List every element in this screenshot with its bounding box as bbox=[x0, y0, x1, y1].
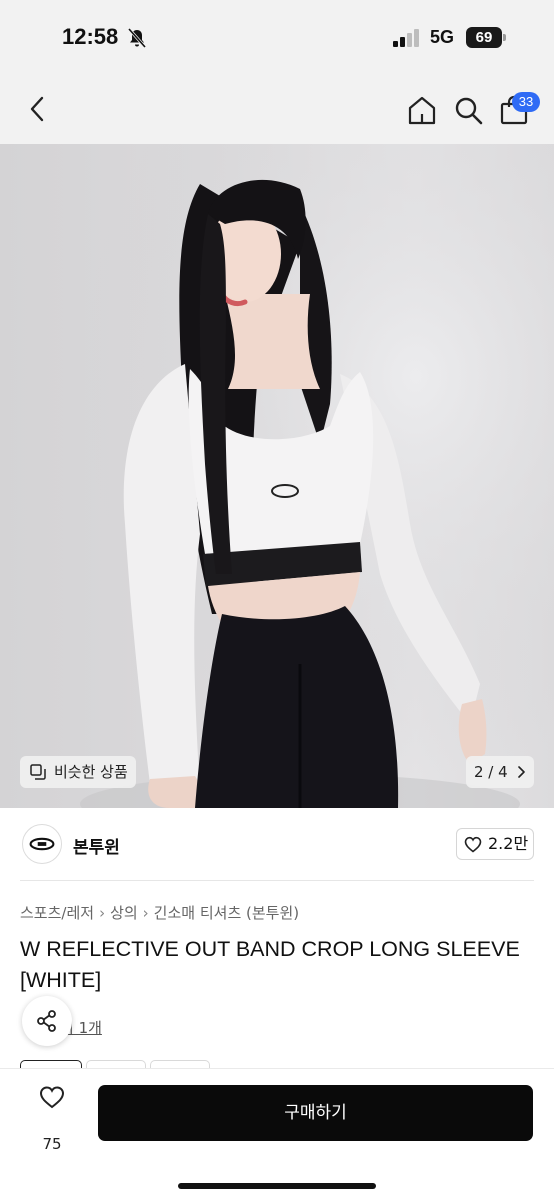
cart-count-badge: 33 bbox=[512, 92, 540, 112]
similar-items-icon bbox=[30, 764, 46, 780]
product-image-carousel[interactable]: 비슷한 상품 2 / 4 bbox=[0, 144, 554, 808]
signal-icon bbox=[393, 29, 419, 47]
battery-icon: 69 bbox=[466, 27, 506, 48]
bottom-action-bar: 75 구매하기 bbox=[0, 1068, 554, 1200]
similar-products-button[interactable]: 비슷한 상품 bbox=[20, 756, 136, 788]
share-icon bbox=[37, 1010, 56, 1032]
seller-row: 본투윈 2.2만 bbox=[0, 808, 554, 880]
page-indicator-text: 2 / 4 bbox=[474, 763, 508, 781]
product-title: W REFLECTIVE OUT BAND CROP LONG SLEEVE [… bbox=[20, 937, 520, 992]
bell-muted-icon bbox=[127, 28, 147, 48]
heart-icon bbox=[39, 1086, 65, 1109]
image-page-indicator[interactable]: 2 / 4 bbox=[466, 756, 534, 788]
breadcrumb: 스포츠/레저 › 상의 › 긴소매 티셔츠 (본투윈) bbox=[20, 902, 299, 923]
network-type: 5G bbox=[430, 27, 455, 47]
similar-products-label: 비슷한 상품 bbox=[54, 763, 128, 781]
top-navigation: 33 bbox=[0, 74, 554, 144]
status-bar: 12:58 5G 69 bbox=[0, 0, 554, 74]
breadcrumb-item[interactable]: 긴소매 티셔츠 (본투윈) bbox=[154, 904, 299, 922]
chevron-right-icon: › bbox=[142, 904, 149, 922]
share-button[interactable] bbox=[22, 996, 72, 1046]
brand-logo[interactable] bbox=[22, 824, 62, 864]
back-icon[interactable] bbox=[24, 94, 52, 124]
brand-like-count: 2.2만 bbox=[488, 834, 529, 853]
seller-name[interactable]: 본투윈 bbox=[73, 833, 120, 858]
search-icon[interactable] bbox=[452, 94, 484, 126]
battery-level: 69 bbox=[466, 27, 502, 48]
home-icon[interactable] bbox=[406, 94, 438, 126]
buy-button[interactable]: 구매하기 bbox=[98, 1085, 533, 1141]
product-photo bbox=[0, 144, 554, 808]
breadcrumb-item[interactable]: 상의 bbox=[110, 904, 138, 922]
chevron-right-icon: › bbox=[99, 904, 106, 922]
chevron-right-icon bbox=[518, 766, 525, 778]
wishlist-button[interactable]: 75 bbox=[30, 1085, 74, 1153]
status-time: 12:58 bbox=[62, 24, 119, 49]
breadcrumb-item[interactable]: 스포츠/레저 bbox=[20, 904, 94, 922]
divider bbox=[20, 880, 534, 881]
heart-icon bbox=[464, 836, 482, 853]
home-indicator bbox=[178, 1183, 376, 1189]
brand-like-button[interactable]: 2.2만 bbox=[456, 828, 534, 860]
wishlist-count: 75 bbox=[42, 1135, 62, 1153]
